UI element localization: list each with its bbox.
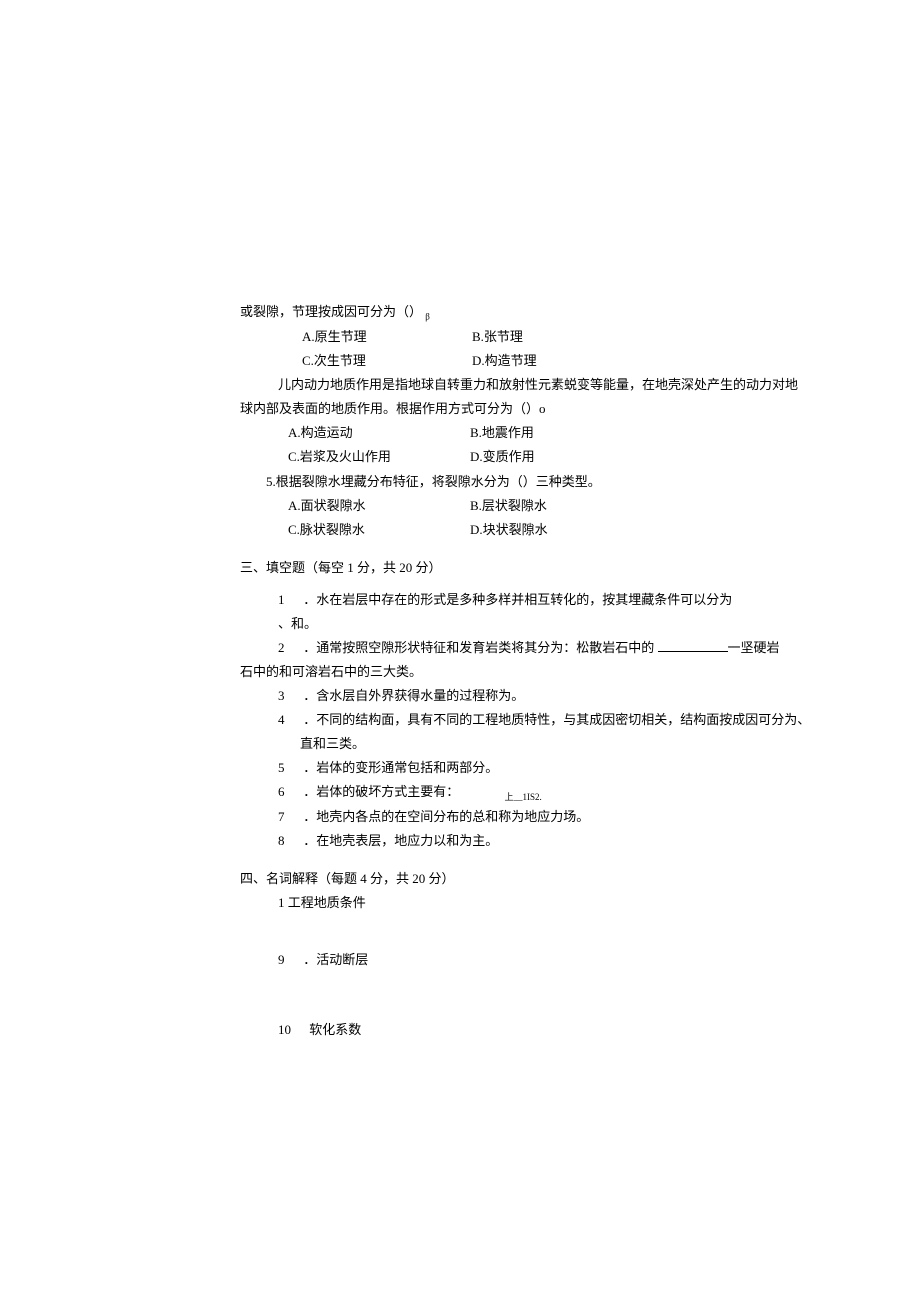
blank-icon — [658, 640, 728, 652]
q3-opt-c: C.次生节理 — [302, 349, 472, 373]
f2-text-b: 一坚硬岩 — [728, 640, 780, 655]
q4-opt-b: B.地震作用 — [470, 421, 534, 445]
t9-num: 9 — [278, 948, 300, 972]
q5-opt-c: C.脉状裂隙水 — [288, 518, 470, 542]
fill-7: 7 ．地壳内各点的在空间分布的总和称为地应力场。 — [240, 805, 690, 829]
q5-opt-a: A.面状裂隙水 — [288, 494, 470, 518]
term-10: 10 软化系数 — [240, 1018, 690, 1042]
q4-stem-b: 球内部及表面的地质作用。根据作用方式可分为（）o — [240, 397, 690, 421]
q5-row2: C.脉状裂隙水 D.块状裂隙水 — [240, 518, 690, 542]
f7-text: ．地壳内各点的在空间分布的总和称为地应力场。 — [303, 809, 589, 824]
fill-8: 8 ．在地壳表层，地应力以和为主。 — [240, 829, 690, 853]
fill-2b: 石中的和可溶岩石中的三大类。 — [240, 660, 690, 684]
term-1: 1 工程地质条件 — [240, 891, 690, 915]
f6-small: 上__1IS2. — [463, 792, 542, 802]
q4-opt-d: D.变质作用 — [470, 445, 535, 469]
fill-4: 4 ．不同的结构面，具有不同的工程地质特性，与其成因密切相关，结构面按成因可分为… — [240, 708, 690, 732]
f5-num: 5 — [278, 756, 300, 780]
q3-opt-b: B.张节理 — [472, 325, 523, 349]
f7-num: 7 — [278, 805, 300, 829]
fill-6: 6 ．岩体的破坏方式主要有： 上__1IS2. — [240, 780, 690, 805]
fill-1: 1 ．水在岩层中存在的形式是多种多样并相互转化的，按其埋藏条件可以分为 — [240, 588, 690, 612]
f1-text: ．水在岩层中存在的形式是多种多样并相互转化的，按其埋藏条件可以分为 — [303, 592, 732, 607]
q3-stem: 或裂隙，节理按成因可分为（） β — [240, 300, 690, 325]
q4-opt-a: A.构造运动 — [288, 421, 470, 445]
q5-row1: A.面状裂隙水 B.层状裂隙水 — [240, 494, 690, 518]
section4-title: 四、名词解释（每题 4 分，共 20 分） — [240, 867, 690, 891]
f4-num: 4 — [278, 708, 300, 732]
f3-text: ．含水层自外界获得水量的过程称为。 — [303, 688, 524, 703]
fill-1b: 、和。 — [240, 612, 690, 636]
t10-num: 10 — [278, 1018, 306, 1042]
section3-title: 三、填空题（每空 1 分，共 20 分） — [240, 556, 690, 580]
f5-text: ．岩体的变形通常包括和两部分。 — [303, 760, 498, 775]
t10-text: 软化系数 — [309, 1022, 361, 1037]
f4-text-a: ．不同的结构面，具有不同的工程地质特性，与其成因密切相关，结构面按成因可分为、 — [303, 712, 810, 727]
q3-row1: A.原生节理 B.张节理 — [240, 325, 690, 349]
term-9: 9 ．活动断层 — [240, 948, 690, 972]
t9-text: ．活动断层 — [303, 952, 368, 967]
q5-opt-b: B.层状裂隙水 — [470, 494, 547, 518]
q5-stem: 5.根据裂隙水埋藏分布特征，将裂隙水分为（）三种类型。 — [240, 470, 690, 494]
f2-text-a: ．通常按照空隙形状特征和发育岩类将其分为：松散岩石中的 — [303, 640, 657, 655]
q5-opt-d: D.块状裂隙水 — [470, 518, 548, 542]
f8-text: ．在地壳表层，地应力以和为主。 — [303, 833, 498, 848]
q3-opt-a: A.原生节理 — [302, 325, 472, 349]
fill-5: 5 ．岩体的变形通常包括和两部分。 — [240, 756, 690, 780]
fill-3: 3 ．含水层自外界获得水量的过程称为。 — [240, 684, 690, 708]
q3-stem-text: 或裂隙，节理按成因可分为（） — [240, 304, 422, 319]
f1-num: 1 — [278, 588, 300, 612]
q3-sub: β — [425, 312, 430, 322]
fill-4b: 直和三类。 — [240, 732, 690, 756]
f6-text: ．岩体的破坏方式主要有： — [303, 784, 459, 799]
f6-num: 6 — [278, 780, 300, 804]
q4-row1: A.构造运动 B.地震作用 — [240, 421, 690, 445]
q4-row2: C.岩浆及火山作用 D.变质作用 — [240, 445, 690, 469]
fill-2: 2 ．通常按照空隙形状特征和发育岩类将其分为：松散岩石中的 一坚硬岩 — [240, 636, 690, 660]
f3-num: 3 — [278, 684, 300, 708]
q4-stem-a: 儿内动力地质作用是指地球自转重力和放射性元素蜕变等能量，在地壳深处产生的动力对地 — [240, 373, 690, 397]
q4-opt-c: C.岩浆及火山作用 — [288, 445, 470, 469]
q3-row2: C.次生节理 D.构造节理 — [240, 349, 690, 373]
q3-opt-d: D.构造节理 — [472, 349, 537, 373]
f2-num: 2 — [278, 636, 300, 660]
f8-num: 8 — [278, 829, 300, 853]
